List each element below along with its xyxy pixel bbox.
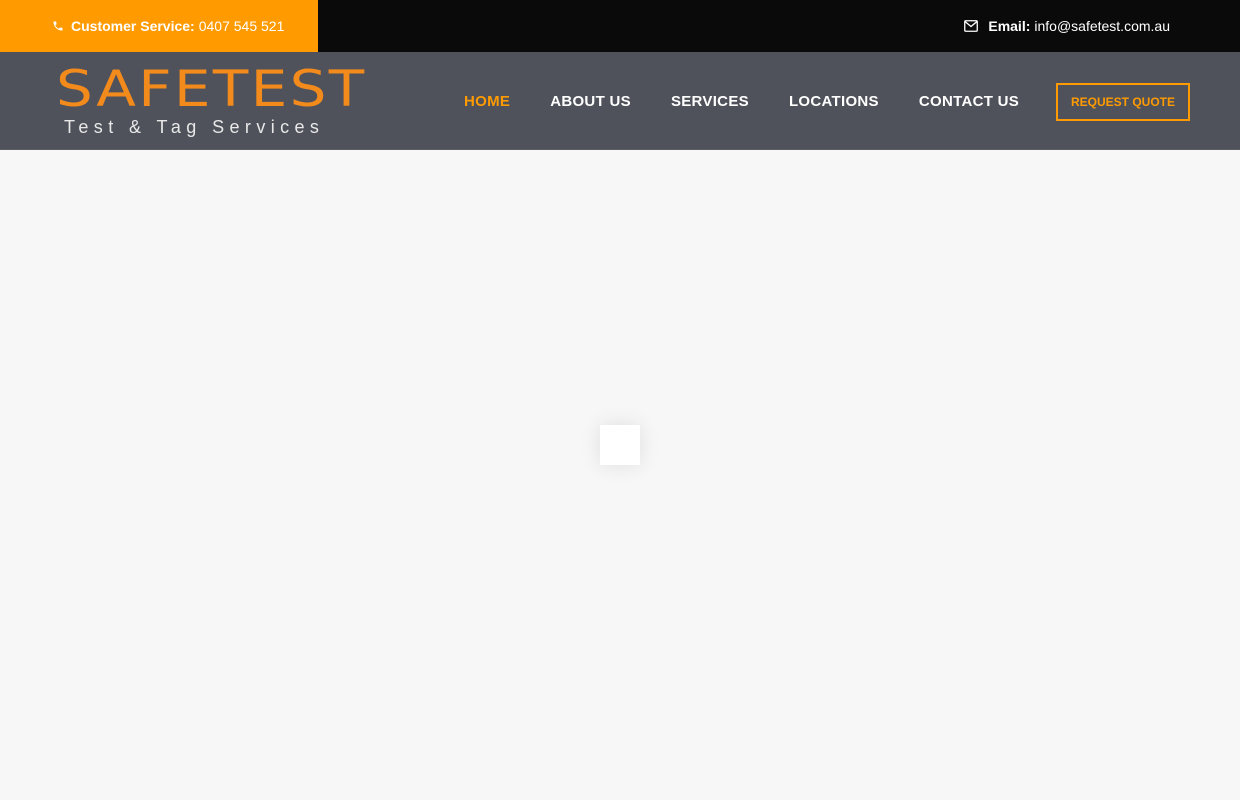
nav-locations[interactable]: LOCATIONS [789, 93, 879, 110]
email-link[interactable]: info@safetest.com.au [1034, 18, 1170, 34]
phone-icon [52, 20, 64, 32]
loading-spinner [600, 425, 640, 465]
nav-home[interactable]: HOME [464, 93, 510, 110]
logo-tagline: Test & Tag Services [64, 117, 325, 137]
email-block: Email: info@safetest.com.au [964, 0, 1170, 52]
email-label: Email: [988, 18, 1031, 34]
envelope-icon [964, 20, 979, 32]
nav-contact-us[interactable]: CONTACT US [919, 93, 1019, 110]
customer-service-block: Customer Service: 0407 545 521 [0, 0, 318, 52]
logo-wordmark: SAFETEST [56, 60, 367, 118]
main-menu: HOME ABOUT US SERVICES LOCATIONS CONTACT… [464, 52, 1059, 150]
phone-number-link[interactable]: 0407 545 521 [199, 18, 285, 34]
customer-service-label: Customer Service: [71, 18, 195, 34]
main-navbar: SAFETEST Test & Tag Services HOME ABOUT … [0, 52, 1240, 150]
top-bar: Customer Service: 0407 545 521 Email: in… [0, 0, 1240, 52]
nav-about-us[interactable]: ABOUT US [550, 93, 631, 110]
safetest-logo[interactable]: SAFETEST Test & Tag Services [56, 64, 364, 138]
nav-services[interactable]: SERVICES [671, 93, 749, 110]
request-quote-button[interactable]: REQUEST QUOTE [1056, 83, 1190, 121]
